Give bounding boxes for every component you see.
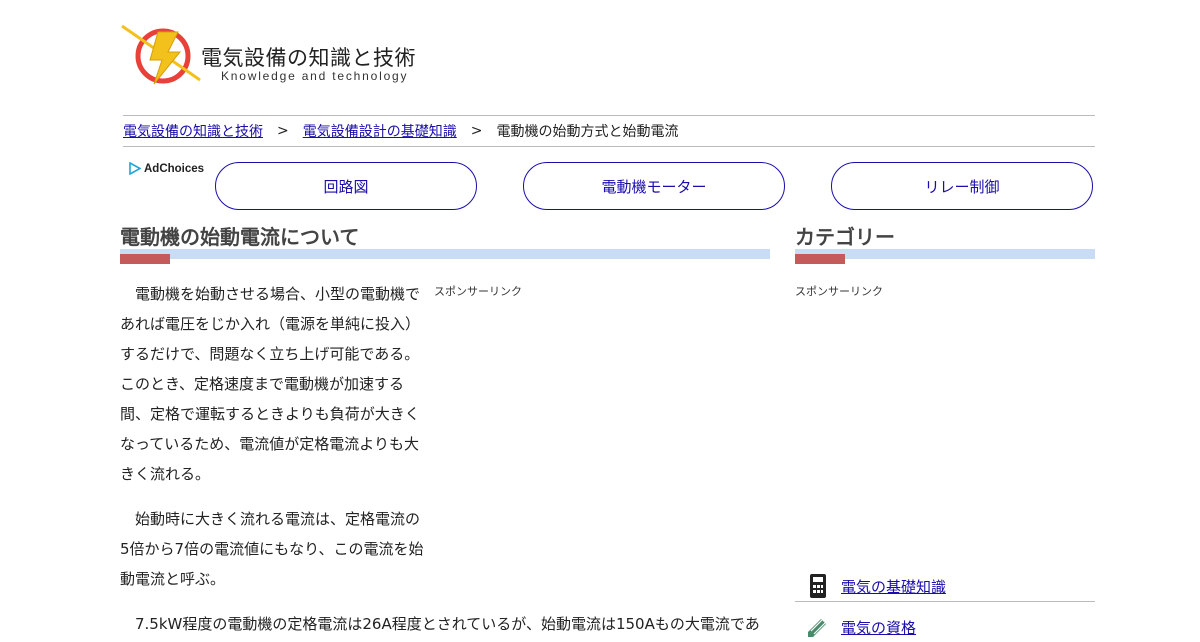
sidebar-item-electrical-qualifications[interactable]: 電気の資格	[795, 612, 1095, 642]
breadcrumb-current: 電動機の始動方式と始動電流	[496, 124, 679, 140]
adchoices-label: AdChoices	[144, 162, 205, 175]
article-paragraph: 電動機を始動させる場合、小型の電動機であれば電圧をじか入れ（電源を単純に投入）す…	[120, 285, 421, 483]
sidebar-item-electrical-basics[interactable]: 電気の基礎知識	[795, 571, 1095, 602]
adchoices-icon	[129, 162, 141, 175]
nav-button-relay-control[interactable]: リレー制御	[831, 162, 1093, 210]
sidebar-heading-accent	[795, 254, 845, 264]
sidebar-sponsor-label: スポンサーリンク	[795, 285, 883, 298]
article-paragraph: 始動時に大きく流れる電流は、定格電流の5倍から7倍の電流値にもなり、この電流を始…	[120, 510, 424, 588]
breadcrumb: 電気設備の知識と技術 > 電気設備設計の基礎知識 > 電動機の始動方式と始動電流	[123, 115, 1095, 147]
breadcrumb-home-link[interactable]: 電気設備の知識と技術	[123, 121, 263, 141]
adchoices-badge[interactable]: AdChoices	[129, 162, 204, 175]
heading-underline	[120, 249, 770, 259]
calculator-icon	[810, 574, 826, 598]
article-heading: 電動機の始動電流について	[120, 225, 360, 249]
breadcrumb-separator: >	[470, 123, 483, 139]
sponsor-label: スポンサーリンク	[434, 285, 522, 298]
sidebar-item-label[interactable]: 電気の資格	[841, 617, 916, 638]
lightning-logo-icon	[121, 24, 201, 85]
nav-button-circuit-diagram[interactable]: 回路図	[215, 162, 477, 210]
article-paragraph: 7.5kW程度の電動機の定格電流は26A程度とされているが、始動電流は150Aも…	[120, 615, 760, 633]
sidebar-item-label[interactable]: 電気の基礎知識	[841, 576, 946, 597]
site-logo[interactable]: 電気設備の知識と技術 Knowledge and technology	[118, 22, 418, 88]
logo-subtitle: Knowledge and technology	[221, 69, 409, 83]
heading-accent	[120, 254, 170, 264]
nav-button-motor[interactable]: 電動機モーター	[523, 162, 785, 210]
pencil-icon	[808, 619, 826, 637]
logo-title: 電気設備の知識と技術	[201, 46, 416, 70]
sidebar-heading: カテゴリー	[795, 225, 895, 249]
breadcrumb-category-link[interactable]: 電気設備設計の基礎知識	[303, 121, 457, 141]
breadcrumb-separator: >	[277, 123, 289, 139]
